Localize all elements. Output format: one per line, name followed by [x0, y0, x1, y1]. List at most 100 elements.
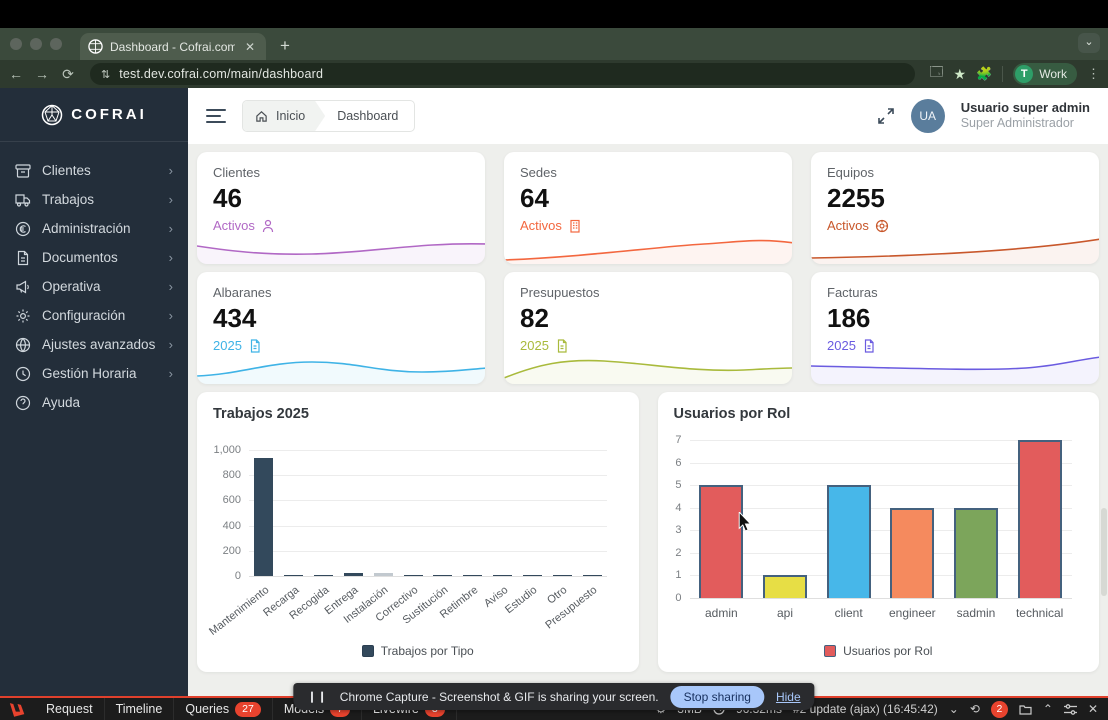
- chevron-down-icon[interactable]: ⌄: [949, 702, 959, 716]
- bar-api[interactable]: [763, 575, 807, 598]
- y-axis-tick: 5: [658, 479, 682, 491]
- stat-sub-label: Activos: [827, 218, 869, 233]
- file-icon: [248, 339, 262, 353]
- debugbar-tab-request[interactable]: Request: [35, 698, 105, 720]
- bar-Instalación[interactable]: [374, 573, 393, 576]
- bar-Aviso[interactable]: [493, 575, 512, 577]
- window-controls[interactable]: [10, 28, 62, 60]
- sidebar-item-gesti-n-horaria[interactable]: Gestión Horaria›: [0, 359, 188, 388]
- stat-title: Presupuestos: [520, 285, 776, 300]
- user-info[interactable]: Usuario super admin Super Administrador: [961, 100, 1090, 132]
- debugbar-tab-queries[interactable]: Queries27: [174, 698, 272, 720]
- fullscreen-icon[interactable]: [877, 107, 895, 125]
- scrollbar-thumb[interactable]: [1101, 508, 1107, 596]
- sidebar-item-clientes[interactable]: Clientes›: [0, 156, 188, 185]
- file-icon: [862, 339, 876, 353]
- sidebar-item-operativa[interactable]: Operativa›: [0, 272, 188, 301]
- bar-Mantenimiento[interactable]: [254, 458, 273, 576]
- machine-icon: [875, 219, 889, 233]
- document-icon: [15, 250, 31, 266]
- building-icon: [568, 219, 582, 233]
- caret-up-icon[interactable]: ⌃: [1043, 702, 1053, 716]
- bar-admin[interactable]: [699, 485, 743, 598]
- close-icon[interactable]: ✕: [1088, 702, 1098, 716]
- bar-Sustitución[interactable]: [433, 575, 452, 577]
- breadcrumb-current-label: Dashboard: [337, 109, 398, 123]
- bar-Recogida[interactable]: [314, 575, 333, 577]
- stat-card-presupuestos[interactable]: Presupuestos822025: [504, 272, 792, 384]
- x-axis-label: Estudio: [503, 584, 539, 616]
- legend-swatch: [362, 645, 374, 657]
- profile-chip[interactable]: T Work: [1013, 63, 1077, 85]
- tab-strip: Dashboard - Cofrai.com Soft ✕ + ⌄: [0, 28, 1108, 60]
- breadcrumb-home-label: Inicio: [276, 109, 305, 123]
- extensions-icon[interactable]: 🧩: [976, 66, 992, 82]
- history-icon[interactable]: ⟲: [970, 702, 980, 716]
- bar-Presupuesto[interactable]: [583, 575, 602, 577]
- stat-sub-label: Activos: [520, 218, 562, 233]
- x-axis-label: engineer: [889, 606, 936, 620]
- stat-sub: Activos: [520, 218, 776, 233]
- menu-kebab-icon[interactable]: ⋮: [1087, 66, 1100, 82]
- hamburger-menu-icon[interactable]: [206, 108, 226, 124]
- bar-engineer[interactable]: [890, 508, 934, 598]
- bar-Entrega[interactable]: [344, 573, 363, 576]
- forward-icon[interactable]: →: [34, 66, 50, 82]
- translate-icon[interactable]: 🗔: [929, 63, 943, 85]
- y-axis-tick: 7: [658, 434, 682, 446]
- stat-card-sedes[interactable]: Sedes64Activos: [504, 152, 792, 264]
- new-tab-button[interactable]: +: [280, 36, 290, 56]
- sidebar-item-trabajos[interactable]: Trabajos›: [0, 185, 188, 214]
- bar-sadmin[interactable]: [954, 508, 998, 598]
- sidebar-item-configuraci-n[interactable]: Configuración›: [0, 301, 188, 330]
- request-selector[interactable]: #2 update (ajax) (16:45:42): [793, 702, 938, 716]
- screen-share-banner: ❙❙ Chrome Capture - Screenshot & GIF is …: [293, 683, 814, 710]
- sidebar-item-ayuda[interactable]: Ayuda: [0, 388, 188, 417]
- stat-sub: 2025: [827, 338, 1083, 353]
- bar-Retimbre[interactable]: [463, 575, 482, 577]
- chart-legend[interactable]: Usuarios por Rol: [658, 644, 1100, 658]
- archive-icon: [15, 163, 31, 179]
- stat-card-clientes[interactable]: Clientes46Activos: [197, 152, 485, 264]
- debugbar-tab-timeline[interactable]: Timeline: [105, 698, 175, 720]
- user-avatar[interactable]: UA: [911, 99, 945, 133]
- folder-icon[interactable]: [1019, 704, 1032, 715]
- bar-technical[interactable]: [1018, 440, 1062, 598]
- sidebar: COFRAI Clientes›Trabajos›Administración›…: [0, 88, 188, 720]
- person-icon: [261, 219, 275, 233]
- breadcrumb-item-home[interactable]: Inicio: [243, 101, 325, 131]
- reload-icon[interactable]: ⟳: [60, 66, 76, 83]
- gear-icon: [15, 308, 31, 324]
- stat-card-equipos[interactable]: Equipos2255Activos: [811, 152, 1099, 264]
- bar-Recarga[interactable]: [284, 575, 303, 577]
- stat-value: 64: [520, 183, 776, 214]
- stop-sharing-button[interactable]: Stop sharing: [671, 686, 764, 708]
- stat-card-albaranes[interactable]: Albaranes4342025: [197, 272, 485, 384]
- browser-tab[interactable]: Dashboard - Cofrai.com Soft ✕: [80, 33, 266, 60]
- bar-Otro[interactable]: [553, 575, 572, 577]
- bar-Estudio[interactable]: [523, 575, 542, 577]
- chevron-down-icon[interactable]: ⌄: [1078, 33, 1100, 53]
- address-bar[interactable]: ⇅ test.dev.cofrai.com/main/dashboard: [90, 63, 915, 85]
- sliders-icon[interactable]: [1064, 704, 1077, 715]
- chart-legend[interactable]: Trabajos por Tipo: [197, 644, 639, 658]
- sidebar-item-documentos[interactable]: Documentos›: [0, 243, 188, 272]
- sharing-message: Chrome Capture - Screenshot & GIF is sha…: [340, 690, 659, 704]
- site-favicon-icon: [88, 39, 103, 54]
- y-axis-tick: 3: [658, 524, 682, 536]
- stat-sub: Activos: [827, 218, 1083, 233]
- back-icon[interactable]: ←: [8, 66, 24, 82]
- bar-Correctivo[interactable]: [404, 575, 423, 577]
- close-tab-icon[interactable]: ✕: [242, 40, 258, 54]
- site-settings-icon[interactable]: ⇅: [101, 68, 110, 81]
- x-axis-label: api: [777, 606, 793, 620]
- laravel-logo-icon[interactable]: [0, 702, 35, 717]
- stat-card-facturas[interactable]: Facturas1862025: [811, 272, 1099, 384]
- hide-link[interactable]: Hide: [776, 690, 801, 704]
- sidebar-item-administraci-n[interactable]: Administración›: [0, 214, 188, 243]
- sidebar-item-ajustes-avanzados[interactable]: Ajustes avanzados›: [0, 330, 188, 359]
- bookmark-star-icon[interactable]: ★: [953, 66, 966, 83]
- brand-logo[interactable]: COFRAI: [0, 88, 188, 142]
- chevron-right-icon: ›: [169, 221, 173, 236]
- bar-client[interactable]: [827, 485, 871, 598]
